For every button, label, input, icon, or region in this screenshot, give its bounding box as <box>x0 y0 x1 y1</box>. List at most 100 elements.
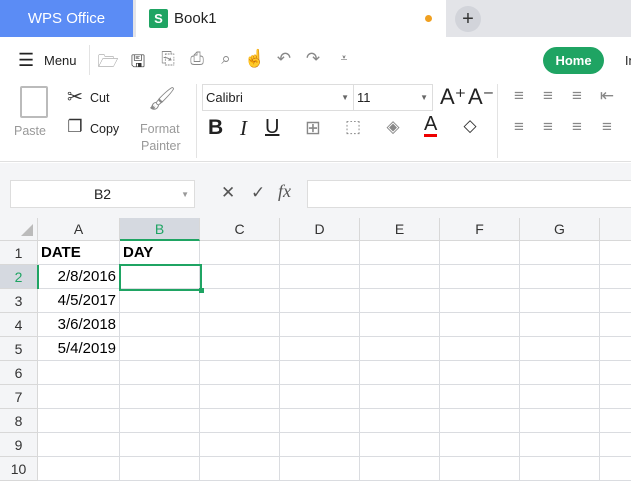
italic-button[interactable]: I <box>240 116 247 141</box>
cell-E2[interactable] <box>360 265 440 289</box>
cell-E8[interactable] <box>360 409 440 433</box>
justify-icon[interactable]: ≡ <box>596 117 618 137</box>
increase-font-icon[interactable]: A⁺ <box>440 84 466 110</box>
cell-E7[interactable] <box>360 385 440 409</box>
new-tab-button[interactable]: + <box>455 6 481 32</box>
row-header-6[interactable]: 6 <box>0 361 38 385</box>
cell-D9[interactable] <box>280 433 360 457</box>
cell-H3[interactable] <box>600 289 631 313</box>
cell-G6[interactable] <box>520 361 600 385</box>
cell-F9[interactable] <box>440 433 520 457</box>
cell-B6[interactable] <box>120 361 200 385</box>
format-painter-icon[interactable]: 🖌 <box>148 86 176 112</box>
row-header-9[interactable]: 9 <box>0 433 38 457</box>
cell-format-icon[interactable]: ⬚ <box>342 117 364 137</box>
format-label[interactable]: Format <box>140 122 180 136</box>
cut-icon[interactable]: ✂ <box>64 86 86 109</box>
cell-E10[interactable] <box>360 457 440 481</box>
row-header-4[interactable]: 4 <box>0 313 38 337</box>
cell-D7[interactable] <box>280 385 360 409</box>
cell-E4[interactable] <box>360 313 440 337</box>
align-middle-icon[interactable]: ≡ <box>537 86 559 106</box>
more-icon[interactable]: ⩡ <box>333 51 355 66</box>
fill-color-icon[interactable]: ◈ <box>382 117 404 137</box>
align-top-icon[interactable]: ≡ <box>508 86 530 106</box>
row-header-10[interactable]: 10 <box>0 457 38 481</box>
cell-E5[interactable] <box>360 337 440 361</box>
select-all-corner[interactable] <box>0 218 38 241</box>
fx-button[interactable]: fx <box>278 181 291 202</box>
cell-C10[interactable] <box>200 457 280 481</box>
save-icon[interactable]: 🖫 <box>127 49 149 78</box>
cell-B7[interactable] <box>120 385 200 409</box>
align-center-icon[interactable]: ≡ <box>537 117 559 137</box>
cell-A8[interactable] <box>38 409 120 433</box>
cell-D6[interactable] <box>280 361 360 385</box>
decrease-font-icon[interactable]: A⁻ <box>468 84 494 110</box>
cell-G9[interactable] <box>520 433 600 457</box>
cell-H1[interactable] <box>600 241 631 265</box>
cell-H10[interactable] <box>600 457 631 481</box>
cell-G3[interactable] <box>520 289 600 313</box>
painter-label[interactable]: Painter <box>141 139 181 153</box>
font-color-button[interactable]: A <box>424 114 438 137</box>
print-preview-icon[interactable]: ⌕ <box>215 49 237 69</box>
paste-icon[interactable] <box>20 86 48 118</box>
cell-C9[interactable] <box>200 433 280 457</box>
cell-D5[interactable] <box>280 337 360 361</box>
cancel-button[interactable]: ✕ <box>221 183 235 203</box>
cell-H5[interactable] <box>600 337 631 361</box>
cell-C7[interactable] <box>200 385 280 409</box>
cell-D3[interactable] <box>280 289 360 313</box>
paste-button[interactable]: Paste <box>14 124 46 138</box>
cell-G1[interactable] <box>520 241 600 265</box>
row-header-2[interactable]: 2 <box>0 265 38 289</box>
cell-F3[interactable] <box>440 289 520 313</box>
cell-C3[interactable] <box>200 289 280 313</box>
cell-G7[interactable] <box>520 385 600 409</box>
cell-H6[interactable] <box>600 361 631 385</box>
cell-F8[interactable] <box>440 409 520 433</box>
copy-button[interactable]: Copy <box>90 122 119 136</box>
print-icon[interactable]: ⎙ <box>186 49 208 69</box>
column-header-D[interactable]: D <box>280 218 360 241</box>
row-header-1[interactable]: 1 <box>0 241 38 265</box>
column-header-E[interactable]: E <box>360 218 440 241</box>
cell-H9[interactable] <box>600 433 631 457</box>
cell-G4[interactable] <box>520 313 600 337</box>
cell-C1[interactable] <box>200 241 280 265</box>
cell-F2[interactable] <box>440 265 520 289</box>
cell-D1[interactable] <box>280 241 360 265</box>
row-header-8[interactable]: 8 <box>0 409 38 433</box>
cell-B3[interactable] <box>120 289 200 313</box>
cell-C2[interactable] <box>200 265 280 289</box>
clear-icon[interactable]: ◇ <box>459 116 481 136</box>
cell-D4[interactable] <box>280 313 360 337</box>
cell-F4[interactable] <box>440 313 520 337</box>
cell-A5[interactable]: 5/4/2019 <box>38 337 120 361</box>
cut-button[interactable]: Cut <box>90 91 109 105</box>
column-header-F[interactable]: F <box>440 218 520 241</box>
tab-home[interactable]: Home <box>543 47 604 74</box>
cell-H4[interactable] <box>600 313 631 337</box>
cell-A10[interactable] <box>38 457 120 481</box>
cell-C6[interactable] <box>200 361 280 385</box>
cell-G5[interactable] <box>520 337 600 361</box>
cell-A1[interactable]: DATE <box>38 241 120 265</box>
cell-B4[interactable] <box>120 313 200 337</box>
align-bottom-icon[interactable]: ≡ <box>566 86 588 106</box>
row-header-5[interactable]: 5 <box>0 337 38 361</box>
cell-B9[interactable] <box>120 433 200 457</box>
cell-E1[interactable] <box>360 241 440 265</box>
cell-F5[interactable] <box>440 337 520 361</box>
tab-book1[interactable]: S Book1 <box>136 0 446 37</box>
cell-A6[interactable] <box>38 361 120 385</box>
wps-office-tab[interactable]: WPS Office <box>0 0 133 37</box>
cell-G10[interactable] <box>520 457 600 481</box>
cell-G2[interactable] <box>520 265 600 289</box>
cell-A7[interactable] <box>38 385 120 409</box>
cell-A3[interactable]: 4/5/2017 <box>38 289 120 313</box>
indent-icon[interactable]: ⇤ <box>596 86 618 106</box>
row-header-7[interactable]: 7 <box>0 385 38 409</box>
row-header-3[interactable]: 3 <box>0 289 38 313</box>
